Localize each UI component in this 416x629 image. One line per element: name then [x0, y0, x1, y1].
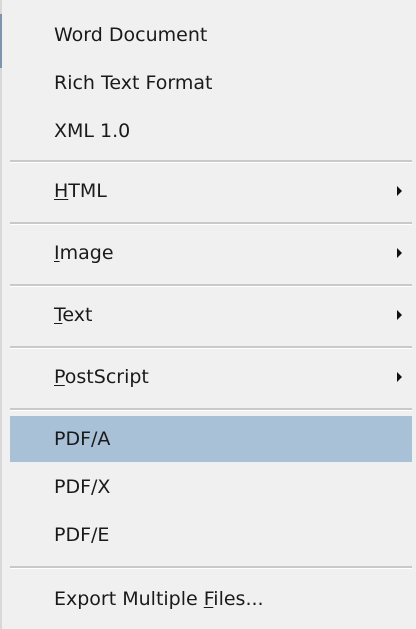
menu-item-pdf-x[interactable]: PDF/X [10, 464, 412, 510]
menu-item-pdf-a[interactable]: PDF/A [10, 416, 412, 462]
mnemonic-underline: P [54, 366, 65, 388]
menu-item-pdf-e[interactable]: PDF/E [10, 512, 412, 558]
menu-item-label-rest: iles... [213, 588, 264, 610]
menu-item-text[interactable]: Text [10, 292, 412, 338]
menu-separator [10, 566, 412, 569]
menu-item-html[interactable]: HTML [10, 168, 412, 214]
export-format-menu: Word Document Rich Text Format XML 1.0 H… [0, 0, 416, 629]
menu-item-label: Word Document [54, 24, 208, 46]
menu-item-label-rest: mage [59, 242, 114, 264]
submenu-arrow-icon [397, 310, 402, 320]
mnemonic-underline: H [54, 180, 69, 202]
menu-item-label: HTML [54, 180, 107, 202]
menu-item-image[interactable]: Image [10, 230, 412, 276]
menu-item-label: Export Multiple Files... [54, 588, 264, 610]
menu-item-label-rest: ostScript [64, 366, 149, 388]
submenu-arrow-icon [397, 372, 402, 382]
menu-item-label: PostScript [54, 366, 149, 388]
menu-left-accent [0, 14, 2, 68]
menu-item-label-prefix: Export Multiple [54, 588, 204, 610]
menu-item-export-multiple-files[interactable]: Export Multiple Files... [10, 576, 412, 622]
menu-item-label-rest: ext [62, 304, 93, 326]
menu-item-postscript[interactable]: PostScript [10, 354, 412, 400]
menu-item-label: PDF/E [54, 524, 110, 546]
menu-separator [10, 222, 412, 225]
menu-left-border [0, 0, 2, 629]
menu-separator [10, 284, 412, 287]
menu-item-label: XML 1.0 [54, 120, 131, 142]
menu-item-label: Image [54, 242, 114, 264]
mnemonic-underline: F [203, 588, 214, 610]
menu-separator [10, 408, 412, 411]
menu-item-rich-text-format[interactable]: Rich Text Format [10, 60, 412, 106]
menu-item-xml-1-0[interactable]: XML 1.0 [10, 108, 412, 154]
menu-item-label: Text [54, 304, 92, 326]
submenu-arrow-icon [397, 248, 402, 258]
menu-separator [10, 160, 412, 163]
menu-item-label: PDF/A [54, 428, 111, 450]
submenu-arrow-icon [397, 186, 402, 196]
menu-item-label-rest: TML [68, 180, 107, 202]
menu-item-word-document[interactable]: Word Document [10, 12, 412, 58]
menu-separator [10, 346, 412, 349]
menu-item-label: PDF/X [54, 476, 111, 498]
menu-item-label: Rich Text Format [54, 72, 213, 94]
